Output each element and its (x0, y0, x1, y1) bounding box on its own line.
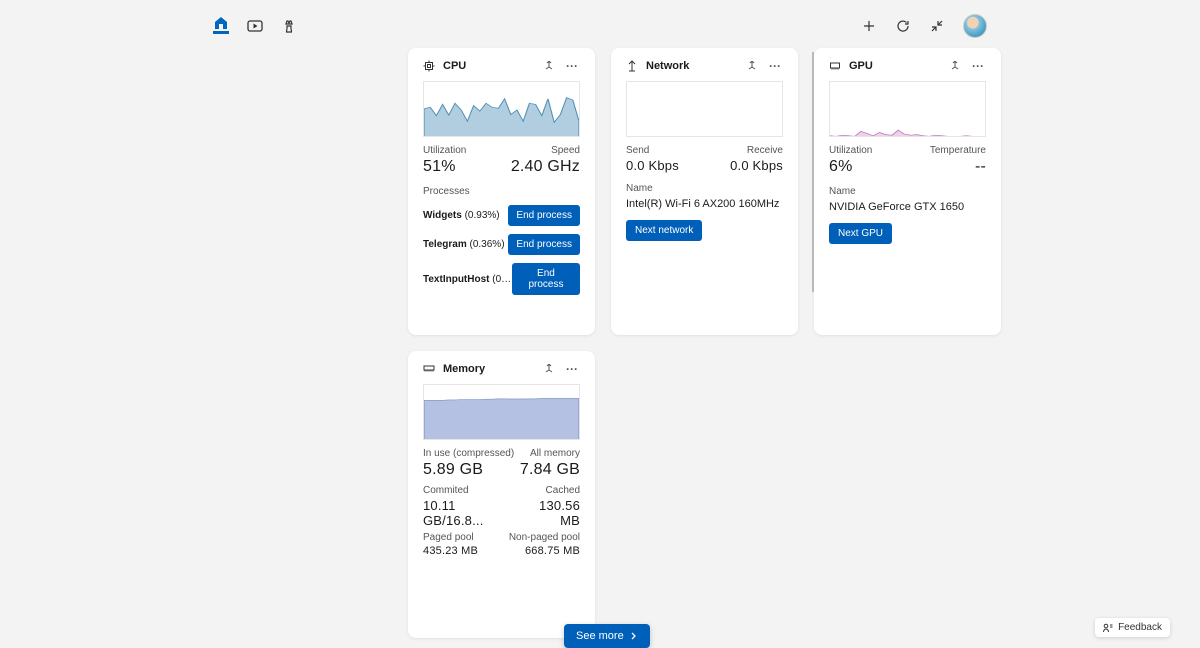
feedback-label: Feedback (1118, 622, 1162, 633)
feedback-icon (1103, 623, 1113, 633)
pin-icon[interactable] (948, 61, 962, 71)
toolbar-left (213, 18, 297, 34)
cpu-util-label: Utilization (423, 145, 466, 156)
avatar[interactable] (963, 14, 987, 38)
mem-commit-value: 10.11 GB/16.8... (423, 498, 517, 528)
pin-icon[interactable] (745, 61, 759, 71)
process-row: Widgets (0.93%) End process (423, 205, 580, 226)
net-name-value: Intel(R) Wi-Fi 6 AX200 160MHz (626, 198, 783, 210)
process-row: Telegram (0.36%) End process (423, 234, 580, 255)
cpu-speed-label: Speed (511, 145, 580, 156)
mem-paged-value: 435.23 MB (423, 545, 478, 557)
cpu-chart (423, 81, 580, 137)
gpu-name-value: NVIDIA GeForce GTX 1650 (829, 201, 986, 213)
refresh-icon[interactable] (895, 18, 911, 34)
more-icon[interactable]: ··· (970, 59, 986, 73)
end-process-button[interactable]: End process (508, 205, 580, 226)
mem-inuse-value: 5.89 GB (423, 461, 514, 479)
cpu-card: CPU ··· Utilization 51% Speed 2.40 GHz P… (408, 48, 595, 335)
process-name: TextInputHost (0.1... (423, 274, 512, 285)
next-network-button[interactable]: Next network (626, 220, 702, 241)
network-icon (626, 60, 638, 72)
video-icon[interactable] (247, 18, 263, 34)
cpu-util-value: 51% (423, 158, 466, 176)
chess-icon[interactable] (281, 18, 297, 34)
chevron-right-icon (630, 632, 638, 640)
plus-icon[interactable] (861, 18, 877, 34)
gpu-chart (829, 81, 986, 137)
net-name-label: Name (626, 183, 783, 194)
more-icon[interactable]: ··· (767, 59, 783, 73)
mem-cached-label: Cached (517, 485, 580, 496)
mem-all-label: All memory (520, 448, 580, 459)
toolbar-right (861, 14, 987, 38)
home-icon[interactable] (213, 18, 229, 34)
mem-npaged-value: 668.75 MB (509, 545, 580, 557)
widget-board: CPU ··· Utilization 51% Speed 2.40 GHz P… (408, 44, 1198, 638)
memory-card: Memory ··· In use (compressed) 5.89 GB A… (408, 351, 595, 638)
mem-cached-value: 130.56 MB (517, 498, 580, 528)
next-gpu-button[interactable]: Next GPU (829, 223, 892, 244)
memory-chart (423, 384, 580, 440)
process-name: Widgets (0.93%) (423, 210, 500, 221)
pin-icon[interactable] (542, 61, 556, 71)
gpu-title: GPU (849, 60, 940, 72)
net-recv-value: 0.0 Kbps (730, 158, 783, 173)
more-icon[interactable]: ··· (564, 59, 580, 73)
toolbar (0, 0, 1200, 44)
gpu-util-value: 6% (829, 158, 872, 176)
network-card: Network ··· Send 0.0 Kbps Receive 0.0 Kb… (611, 48, 798, 335)
pin-icon[interactable] (542, 364, 556, 374)
cpu-icon (423, 60, 435, 72)
process-row: TextInputHost (0.1... End process (423, 263, 580, 295)
see-more-label: See more (576, 630, 624, 642)
network-chart (626, 81, 783, 137)
scroll-indicator[interactable] (812, 52, 814, 292)
more-icon[interactable]: ··· (564, 362, 580, 376)
cpu-processes-label: Processes (423, 186, 580, 197)
collapse-icon[interactable] (929, 18, 945, 34)
memory-icon (423, 363, 435, 375)
cpu-speed-value: 2.40 GHz (511, 158, 580, 176)
feedback-button[interactable]: Feedback (1095, 618, 1170, 637)
cpu-title: CPU (443, 60, 534, 72)
net-send-value: 0.0 Kbps (626, 158, 679, 173)
mem-npaged-label: Non-paged pool (509, 532, 580, 543)
see-more-button[interactable]: See more (564, 624, 650, 648)
network-title: Network (646, 60, 737, 72)
end-process-button[interactable]: End process (508, 234, 580, 255)
mem-all-value: 7.84 GB (520, 461, 580, 479)
net-recv-label: Receive (730, 145, 783, 156)
gpu-icon (829, 60, 841, 72)
process-name: Telegram (0.36%) (423, 239, 505, 250)
gpu-name-label: Name (829, 186, 986, 197)
gpu-temp-label: Temperature (930, 145, 986, 156)
memory-title: Memory (443, 363, 534, 375)
mem-inuse-label: In use (compressed) (423, 448, 514, 459)
gpu-card: GPU ··· Utilization 6% Temperature -- Na… (814, 48, 1001, 335)
net-send-label: Send (626, 145, 679, 156)
end-process-button[interactable]: End process (512, 263, 580, 295)
mem-paged-label: Paged pool (423, 532, 478, 543)
gpu-temp-value: -- (930, 158, 986, 176)
gpu-util-label: Utilization (829, 145, 872, 156)
mem-commit-label: Commited (423, 485, 517, 496)
